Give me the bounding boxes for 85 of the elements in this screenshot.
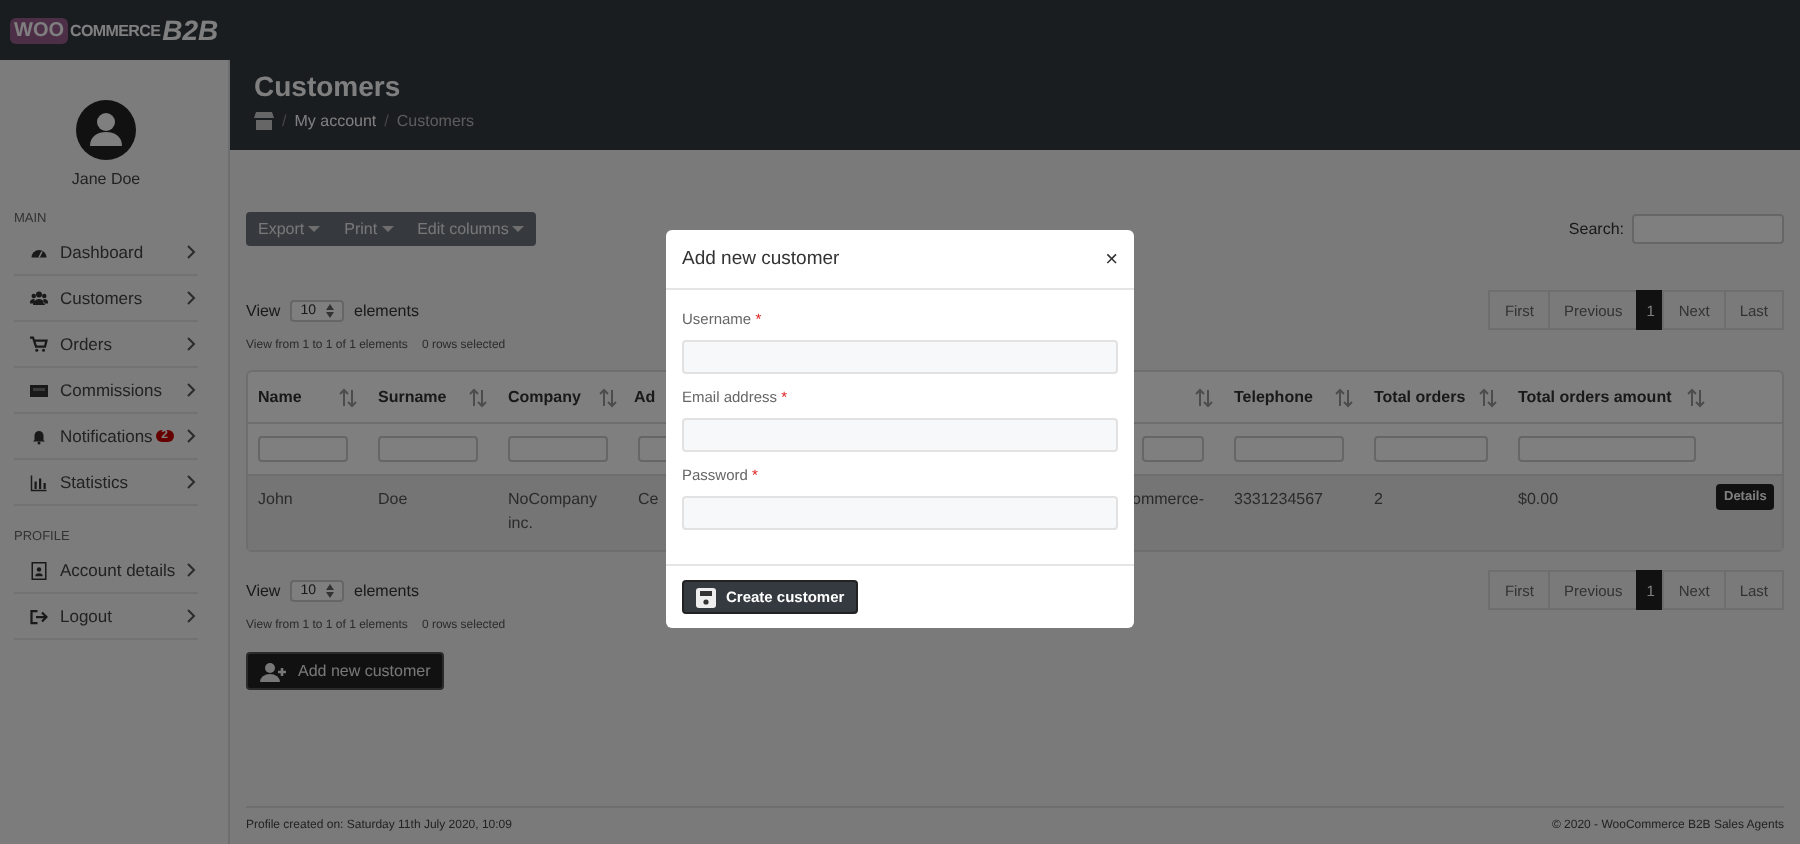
sidebar-item-label: Notifications xyxy=(60,426,155,446)
chevron-icon xyxy=(186,382,198,398)
table-cell: NoCompany inc. xyxy=(508,490,597,532)
updown-icon xyxy=(326,583,334,597)
filter-field[interactable] xyxy=(1142,436,1204,462)
table-cell: 3331234567 xyxy=(1234,490,1323,508)
table-cell: ommerce- xyxy=(1132,490,1205,508)
dropdown-button[interactable]: Print xyxy=(332,212,406,246)
sidebar-item-label: Orders xyxy=(60,334,114,354)
chevron-icon xyxy=(186,244,198,260)
chevron-icon xyxy=(186,428,198,444)
input-field[interactable] xyxy=(682,418,1118,452)
page-title: Customers xyxy=(254,70,403,102)
chevron-icon xyxy=(186,290,198,306)
logo-text: COMMERCE xyxy=(70,21,161,39)
caret-icon xyxy=(381,225,394,233)
sidebar-item-label: Dashboard xyxy=(60,242,146,262)
updown-icon xyxy=(326,303,334,317)
sidebar-item-label: Customers xyxy=(60,288,145,308)
avatar-icon xyxy=(76,100,136,160)
table-cell: Ce xyxy=(638,490,659,508)
logo-badge: WOO xyxy=(10,17,68,43)
dropdown-button[interactable]: Edit columns xyxy=(405,212,537,246)
elements-label: elements xyxy=(354,301,419,319)
chart-icon xyxy=(30,473,48,491)
chevron-icon xyxy=(186,608,198,624)
sidebar-item[interactable]: Customers xyxy=(14,276,198,322)
chevron-icon xyxy=(186,474,198,490)
column-header[interactable]: Telephone xyxy=(1234,388,1313,406)
input-field[interactable] xyxy=(682,340,1118,374)
table-cell: 2 xyxy=(1374,490,1383,508)
caret-icon xyxy=(512,225,525,233)
add-customer-button[interactable]: Add new customer xyxy=(246,652,445,690)
view-label: View xyxy=(246,581,281,599)
sidebar-item-label: Statistics xyxy=(60,472,131,492)
bell-icon xyxy=(30,427,48,445)
column-header[interactable]: Surname xyxy=(378,388,447,406)
filter-field[interactable] xyxy=(378,436,478,462)
sidebar-item[interactable]: Logout xyxy=(14,594,198,640)
sidebar-item[interactable]: Dashboard xyxy=(14,230,198,276)
modal-title: Add new customer xyxy=(682,248,840,270)
sidebar-item-label: Logout xyxy=(60,606,114,626)
table-cell: Doe xyxy=(378,490,408,508)
breadcrumb-link[interactable]: My account xyxy=(294,112,377,130)
chevron-icon xyxy=(186,336,198,352)
caret-icon xyxy=(308,225,321,233)
cart-icon xyxy=(30,335,48,353)
filter-field[interactable] xyxy=(1518,436,1696,462)
filter-field[interactable] xyxy=(258,436,348,462)
column-header[interactable]: Name xyxy=(258,388,302,406)
close-button[interactable]: × xyxy=(1105,247,1118,271)
store-icon xyxy=(254,112,274,130)
sidebar-item[interactable]: Statistics xyxy=(14,460,198,506)
input-field[interactable] xyxy=(682,496,1118,530)
id-card-icon xyxy=(30,561,48,579)
column-header[interactable]: Total orders amount xyxy=(1518,388,1672,406)
filter-field[interactable] xyxy=(1374,436,1488,462)
filter-field[interactable] xyxy=(1234,436,1344,462)
chevron-icon xyxy=(186,562,198,578)
filter-field[interactable] xyxy=(508,436,608,462)
column-header[interactable]: Total orders xyxy=(1374,388,1466,406)
user-name: Jane Doe xyxy=(71,170,141,188)
elements-label: elements xyxy=(354,581,419,599)
sidebar-item[interactable]: Orders xyxy=(14,322,198,368)
sidebar-item-label: Commissions xyxy=(60,380,165,400)
money-icon xyxy=(30,381,48,399)
table-cell: $0.00 xyxy=(1518,490,1559,508)
current-page-label: Customers xyxy=(396,112,475,130)
save-icon xyxy=(696,587,716,607)
table-cell: John xyxy=(258,490,293,508)
view-label: View xyxy=(246,301,281,319)
users-icon xyxy=(30,289,48,307)
breadcrumb-separator: / xyxy=(282,112,287,130)
user-plus-icon xyxy=(260,661,288,681)
dropdown-button[interactable]: Export xyxy=(246,212,333,246)
breadcrumb-separator: / xyxy=(384,112,389,130)
column-header[interactable]: Ad xyxy=(634,388,656,406)
sidebar-item[interactable]: Commissions xyxy=(14,368,198,414)
sidebar-item-label: Account details xyxy=(60,560,178,580)
sidebar-item[interactable]: Account details xyxy=(14,548,198,594)
logo-text: B2B xyxy=(162,14,219,46)
search-field[interactable] xyxy=(1632,214,1784,244)
search-label: Search: xyxy=(1568,220,1624,238)
column-header[interactable]: Company xyxy=(508,388,581,406)
logout-icon xyxy=(30,607,48,625)
